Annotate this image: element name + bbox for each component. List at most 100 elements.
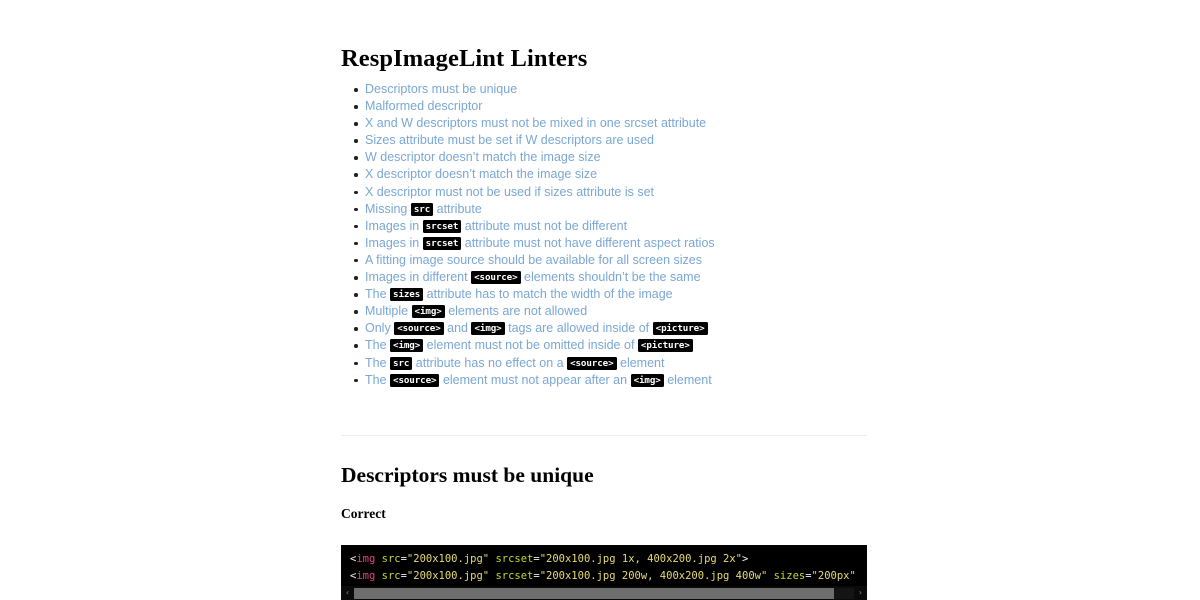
linter-text: elements shouldn’t be the same xyxy=(520,270,701,285)
linter-list: Descriptors must be unique Malformed desc… xyxy=(341,81,925,389)
linter-text: W descriptor doesn’t match the image siz… xyxy=(365,150,601,165)
inline-code-token: <source> xyxy=(567,356,617,370)
linter-link[interactable]: Images in srcset attribute must not be d… xyxy=(365,219,627,233)
section-divider xyxy=(341,435,867,436)
linter-text: attribute must not have different aspect… xyxy=(461,235,715,250)
code-token-attr: sizes xyxy=(773,570,806,582)
scroll-left-arrow-icon[interactable]: ‹ xyxy=(341,586,354,600)
code-token-attr: srcset xyxy=(495,553,534,565)
list-item: W descriptor doesn’t match the image siz… xyxy=(354,149,925,166)
linter-link[interactable]: The <img> element must not be omitted in… xyxy=(365,338,693,353)
linter-link[interactable]: W descriptor doesn’t match the image siz… xyxy=(365,150,601,164)
list-item: Images in srcset attribute must not be d… xyxy=(354,218,925,235)
inline-code-token: <img> xyxy=(630,373,664,387)
list-item: Multiple <img> elements are not allowed xyxy=(354,303,925,320)
code-token-str: "200x100.jpg 200w, 400x200.jpg 400w" xyxy=(539,570,768,582)
inline-code-token: <img> xyxy=(471,322,505,336)
inline-code-token: <picture> xyxy=(637,339,693,353)
linter-text: tags are allowed inside of xyxy=(504,321,653,336)
code-token-str: "200px" xyxy=(811,570,856,582)
code-line: <img src="200x100.jpg" srcset="200x100.j… xyxy=(350,551,867,568)
linter-text: attribute has to match the width of the … xyxy=(423,287,673,302)
linter-link[interactable]: Sizes attribute must be set if W descrip… xyxy=(365,133,654,147)
linter-link[interactable]: The <source> element must not appear aft… xyxy=(365,373,712,387)
linter-text: attribute has no effect on a xyxy=(412,355,568,370)
linter-text: and xyxy=(443,321,472,336)
list-item: The <img> element must not be omitted in… xyxy=(354,337,925,354)
list-item: Images in srcset attribute must not have… xyxy=(354,235,925,252)
linter-text: Images in different xyxy=(365,270,472,285)
linter-text: X and W descriptors must not be mixed in… xyxy=(365,116,707,131)
linter-text: X descriptor doesn’t match the image siz… xyxy=(365,167,598,182)
inline-code-token: <source> xyxy=(394,322,444,336)
linter-link[interactable]: A fitting image source should be availab… xyxy=(365,253,702,267)
linter-text: attribute must not be different xyxy=(461,218,628,233)
list-item: Descriptors must be unique xyxy=(354,81,925,98)
scrollbar-track[interactable] xyxy=(354,587,854,599)
linter-link[interactable]: X descriptor doesn’t match the image siz… xyxy=(365,167,597,181)
linter-link[interactable]: The src attribute has no effect on a <so… xyxy=(365,356,664,370)
inline-code-token: <source> xyxy=(471,271,521,285)
inline-code-token: <img> xyxy=(390,339,424,353)
code-token-tag: img xyxy=(356,570,376,582)
list-item: X descriptor must not be used if sizes a… xyxy=(354,184,925,201)
list-item: Images in different <source> elements sh… xyxy=(354,269,925,286)
list-item: X descriptor doesn’t match the image siz… xyxy=(354,166,925,183)
linter-text: X descriptor must not be used if sizes a… xyxy=(365,184,655,199)
linter-text: Multiple xyxy=(365,304,412,319)
code-token-tag: img xyxy=(356,553,376,565)
list-item: The src attribute has no effect on a <so… xyxy=(354,355,925,372)
list-item: The sizes attribute has to match the wid… xyxy=(354,286,925,303)
linter-text: The xyxy=(365,338,391,353)
code-horizontal-scrollbar[interactable]: ‹ › xyxy=(341,586,867,600)
code-token-str: "200x100.jpg 1x, 400x200.jpg 2x" xyxy=(539,553,742,565)
code-example-block[interactable]: <img src="200x100.jpg" srcset="200x100.j… xyxy=(341,545,867,600)
linter-text: Images in xyxy=(365,235,423,250)
list-item: Sizes attribute must be set if W descrip… xyxy=(354,132,925,149)
linter-text: The xyxy=(365,287,391,302)
linter-link[interactable]: Descriptors must be unique xyxy=(365,82,517,96)
linter-text: element xyxy=(663,372,712,387)
list-item: Missing src attribute xyxy=(354,201,925,218)
linter-link[interactable]: Images in srcset attribute must not have… xyxy=(365,236,715,250)
linter-text: element must not be omitted inside of xyxy=(423,338,638,353)
inline-code-token: sizes xyxy=(390,288,424,302)
code-lines: <img src="200x100.jpg" srcset="200x100.j… xyxy=(341,545,867,585)
linter-link[interactable]: Only <source> and <img> tags are allowed… xyxy=(365,321,708,336)
linter-link[interactable]: Images in different <source> elements sh… xyxy=(365,270,701,285)
linter-text: element xyxy=(616,355,665,370)
code-token-attr: src xyxy=(381,570,401,582)
code-token-punct: > xyxy=(742,553,749,565)
linter-text: Only xyxy=(365,321,395,336)
list-item: Only <source> and <img> tags are allowed… xyxy=(354,320,925,337)
linter-link[interactable]: Missing src attribute xyxy=(365,202,482,216)
linter-text: Malformed descriptor xyxy=(365,99,483,114)
list-item: X and W descriptors must not be mixed in… xyxy=(354,115,925,132)
linter-link[interactable]: Malformed descriptor xyxy=(365,99,482,113)
linter-link[interactable]: The sizes attribute has to match the wid… xyxy=(365,287,673,302)
linter-text: Images in xyxy=(365,218,423,233)
linter-text: Missing xyxy=(365,201,411,216)
linter-text: A fitting image source should be availab… xyxy=(365,252,702,267)
scroll-right-arrow-icon[interactable]: › xyxy=(854,586,867,600)
code-token-str: "200x100.jpg" xyxy=(406,570,490,582)
list-item: The <source> element must not appear aft… xyxy=(354,372,925,389)
section-heading: Descriptors must be unique xyxy=(341,463,594,487)
scrollbar-thumb[interactable] xyxy=(354,587,834,599)
linter-link[interactable]: X and W descriptors must not be mixed in… xyxy=(365,116,706,130)
code-token-attr: src xyxy=(381,553,401,565)
list-item: Malformed descriptor xyxy=(354,98,925,115)
inline-code-token: <img> xyxy=(411,305,445,319)
linter-text: elements are not allowed xyxy=(444,304,588,319)
linter-link[interactable]: X descriptor must not be used if sizes a… xyxy=(365,185,654,199)
code-line: <img src="200x100.jpg" srcset="200x100.j… xyxy=(350,568,867,585)
inline-code-token: src xyxy=(390,356,413,370)
linter-text: Sizes attribute must be set if W descrip… xyxy=(365,133,655,148)
code-token-str: "200x100.jpg" xyxy=(406,553,490,565)
section-subheading: Correct xyxy=(341,506,386,521)
linter-text: The xyxy=(365,355,391,370)
linter-text: Descriptors must be unique xyxy=(365,82,518,96)
inline-code-token: <picture> xyxy=(652,322,708,336)
linter-link[interactable]: Multiple <img> elements are not allowed xyxy=(365,304,588,319)
code-token-attr: srcset xyxy=(495,570,534,582)
